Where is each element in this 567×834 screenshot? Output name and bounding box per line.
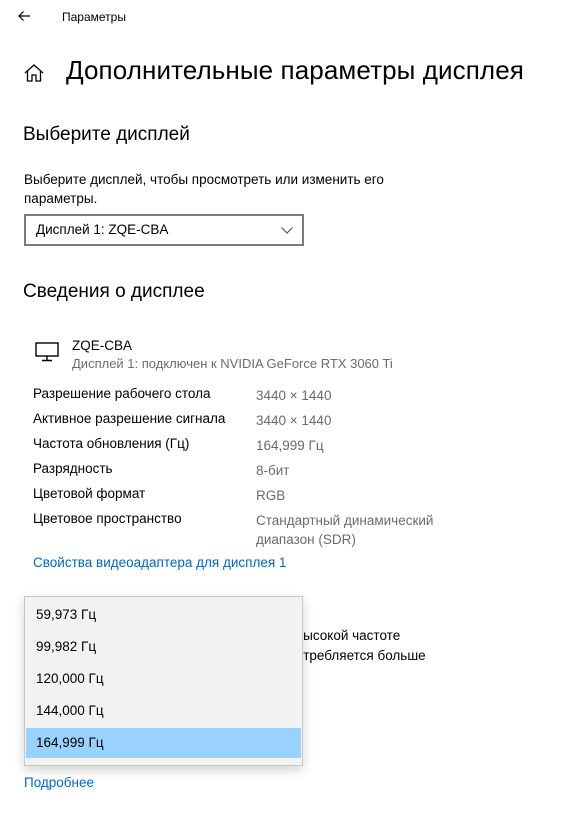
info-row-value: 164,999 Гц — [256, 438, 324, 453]
info-row-value: 3440 × 1440 — [256, 413, 332, 428]
home-icon[interactable] — [22, 61, 46, 85]
page-title: Дополнительные параметры дисплея — [66, 55, 524, 85]
info-row-value: 8-бит — [256, 463, 290, 478]
refresh-rate-description-1: высокой частоте — [296, 628, 401, 643]
info-row-value-line1: Стандартный динамический — [256, 513, 434, 528]
info-row-value: RGB — [256, 488, 286, 503]
select-display-heading: Выберите дисплей — [23, 124, 190, 145]
refresh-rate-options-popup: 59,973 Гц 99,982 Гц 120,000 Гц 144,000 Г… — [24, 596, 303, 766]
display-name: ZQE-CBA — [72, 338, 133, 353]
display-select-dropdown[interactable]: Дисплей 1: ZQE-CBA — [24, 214, 304, 246]
refresh-rate-option-selected[interactable]: 164,999 Гц — [26, 728, 301, 758]
info-row-label: Разрядность — [33, 461, 113, 476]
display-connection: Дисплей 1: подключен к NVIDIA GeForce RT… — [72, 356, 393, 371]
select-display-description-2: параметры. — [24, 191, 98, 206]
select-display-description-1: Выберите дисплей, чтобы просмотреть или … — [24, 172, 384, 187]
refresh-rate-option[interactable]: 120,000 Гц — [26, 664, 301, 694]
refresh-rate-option[interactable]: 144,000 Гц — [26, 696, 301, 726]
info-row-label: Частота обновления (Гц) — [33, 436, 190, 451]
refresh-rate-option[interactable]: 59,973 Гц — [26, 600, 301, 630]
back-button[interactable] — [12, 4, 36, 28]
display-select-value: Дисплей 1: ZQE-CBA — [36, 222, 169, 237]
info-row-label: Цветовое пространство — [33, 511, 182, 526]
info-row-label: Цветовой формат — [33, 486, 146, 501]
info-row-value: 3440 × 1440 — [256, 388, 332, 403]
monitor-icon — [35, 342, 59, 362]
refresh-rate-option[interactable]: 99,982 Гц — [26, 632, 301, 662]
display-info-heading: Сведения о дисплее — [23, 281, 205, 302]
info-row-value-line2: диапазон (SDR) — [256, 532, 356, 547]
more-info-link[interactable]: Подробнее — [24, 775, 94, 790]
window-title: Параметры — [62, 10, 126, 24]
info-row-label: Активное разрешение сигнала — [33, 411, 226, 426]
chevron-down-icon — [281, 227, 293, 234]
refresh-rate-description-2: отребляется больше — [296, 648, 426, 663]
back-arrow-icon — [18, 11, 30, 21]
info-row-label: Разрешение рабочего стола — [33, 386, 211, 401]
adapter-properties-link[interactable]: Свойства видеоадаптера для дисплея 1 — [33, 555, 286, 570]
